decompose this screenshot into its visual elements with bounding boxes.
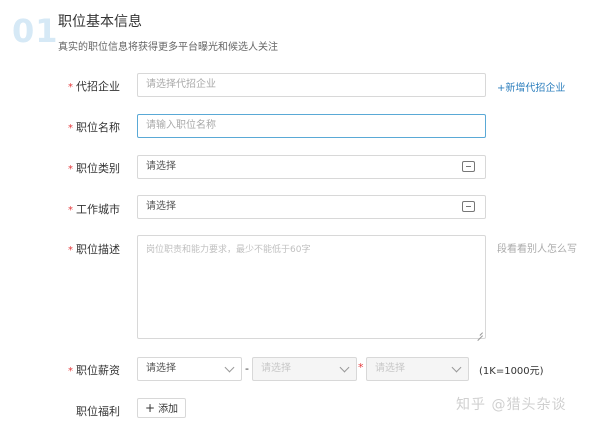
work-city-value: 请选择 (146, 201, 176, 212)
section-subtitle: 真实的职位信息将获得更多平台曝光和候选人关注 (58, 42, 278, 53)
section-title: 职位基本信息 (58, 14, 142, 30)
description-label: * 职位描述 (68, 243, 120, 256)
job-category-label: * 职位类别 (68, 162, 120, 175)
salary-min-select[interactable]: 请选择 (137, 357, 242, 381)
company-label: * 代招企业 (68, 80, 120, 93)
add-benefit-button[interactable]: + 添加 (137, 398, 187, 418)
job-category-value: 请选择 (146, 161, 176, 172)
job-category-select[interactable]: 请选择 (137, 155, 486, 179)
salary-min-value: 请选择 (146, 363, 176, 374)
watermark: 知乎 @猎头杂谈 (456, 397, 567, 413)
add-company-link[interactable]: +新增代招企业 (497, 79, 565, 94)
salary-unit-hint: (1K=1000元) (479, 366, 544, 377)
salary-max-select[interactable]: 请选择 (252, 357, 357, 381)
required-mark: * (68, 245, 73, 256)
required-mark: * (68, 82, 73, 93)
view-examples-link[interactable]: 段看看别人怎么写 (497, 240, 577, 255)
resize-handle-icon[interactable] (475, 328, 483, 336)
salary-times: * (358, 361, 364, 374)
salary-months-select[interactable]: 请选择 (366, 357, 469, 381)
job-name-label: * 职位名称 (68, 121, 120, 134)
required-mark: * (68, 366, 73, 377)
salary-months-value: 请选择 (375, 363, 405, 374)
salary-max-value: 请选择 (261, 363, 291, 374)
chevron-down-icon (339, 362, 350, 373)
required-mark: * (68, 123, 73, 134)
plus-icon: + (145, 401, 156, 415)
picker-icon (462, 161, 475, 172)
company-select[interactable]: 请选择代招企业 (137, 73, 486, 97)
salary-dash: - (245, 362, 249, 375)
add-benefit-label: 添加 (158, 404, 179, 415)
work-city-select[interactable]: 请选择 (137, 195, 486, 219)
chevron-down-icon (224, 362, 235, 373)
description-placeholder: 岗位职责和能力要求，最少不能低于60字 (146, 245, 311, 255)
job-name-input[interactable]: 请输入职位名称 (137, 114, 486, 138)
step-number: 01 (12, 12, 59, 50)
required-mark: * (68, 205, 73, 216)
required-mark: * (68, 164, 73, 175)
description-textarea[interactable]: 岗位职责和能力要求，最少不能低于60字 (137, 235, 486, 339)
work-city-label: * 工作城市 (68, 203, 120, 216)
picker-icon (462, 201, 475, 212)
salary-label: * 职位薪资 (68, 364, 120, 377)
chevron-down-icon (451, 362, 462, 373)
benefits-label: 职位福利 (76, 405, 120, 418)
